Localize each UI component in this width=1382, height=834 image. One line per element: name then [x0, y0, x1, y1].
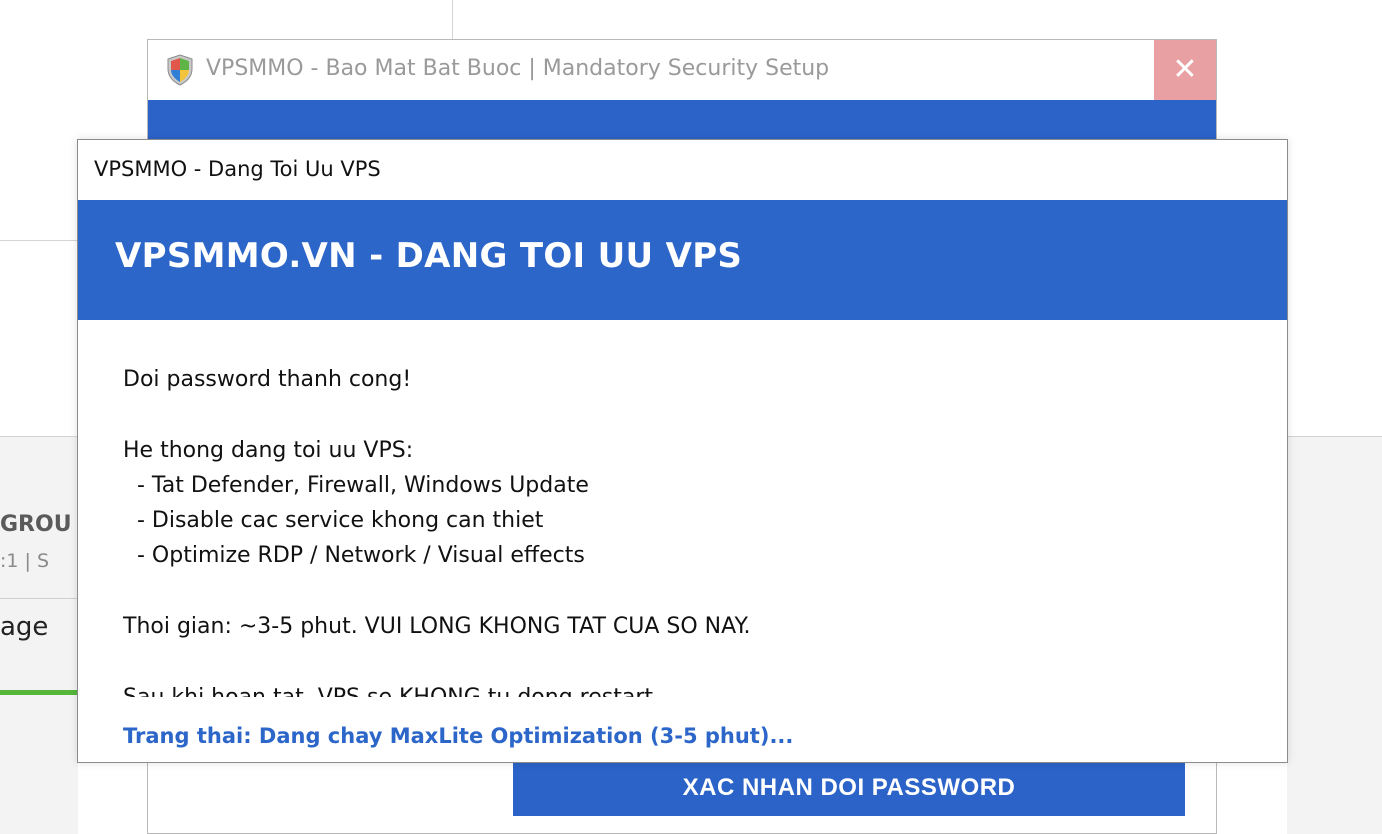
background-page-label: age [0, 612, 49, 642]
background-group-label: GROU [0, 512, 72, 537]
windows-shield-icon [167, 54, 193, 86]
background-divider [0, 598, 78, 599]
optimize-window-titlebar[interactable]: VPSMMO - Dang Toi Uu VPS [78, 140, 1287, 200]
optimize-window-title: VPSMMO - Dang Toi Uu VPS [94, 157, 381, 181]
security-window-titlebar[interactable]: VPSMMO - Bao Mat Bat Buoc | Mandatory Se… [148, 40, 1216, 100]
close-icon: ✕ [1172, 52, 1198, 87]
message-line: He thong dang toi uu VPS: [123, 438, 414, 463]
confirm-change-password-button[interactable]: XAC NHAN DOI PASSWORD [513, 760, 1185, 816]
security-window-title: VPSMMO - Bao Mat Bat Buoc | Mandatory Se… [206, 56, 830, 81]
background-divider [0, 240, 78, 241]
background-app-panel [1287, 436, 1382, 834]
background-meta-text: :1 | S [0, 550, 50, 572]
header-title: VPSMMO.VN - DANG TOI UU VPS [115, 236, 743, 276]
message-line: - Optimize RDP / Network / Visual effect… [123, 543, 585, 568]
message-body: Doi password thanh cong! He thong dang t… [123, 362, 1243, 697]
optimize-window-header: VPSMMO.VN - DANG TOI UU VPS [78, 200, 1287, 320]
message-line: - Disable cac service khong can thiet [123, 508, 544, 533]
status-text: Trang thai: Dang chay MaxLite Optimizati… [123, 724, 794, 748]
close-button[interactable]: ✕ [1154, 40, 1216, 100]
message-line: Doi password thanh cong! [123, 367, 412, 392]
security-window-header [148, 100, 1216, 140]
optimize-window[interactable]: VPSMMO - Dang Toi Uu VPS VPSMMO.VN - DAN… [77, 139, 1288, 763]
message-line: Thoi gian: ~3-5 phut. VUI LONG KHONG TAT… [123, 614, 751, 639]
message-line: - Tat Defender, Firewall, Windows Update [123, 473, 589, 498]
message-line: Sau khi hoan tat, VPS se KHONG tu dong r… [123, 680, 1243, 697]
background-divider [452, 0, 453, 40]
desktop: GROU :1 | S age VPSMMO - Bao Mat Bat Buo… [0, 0, 1382, 834]
background-progress-bar [0, 690, 78, 695]
